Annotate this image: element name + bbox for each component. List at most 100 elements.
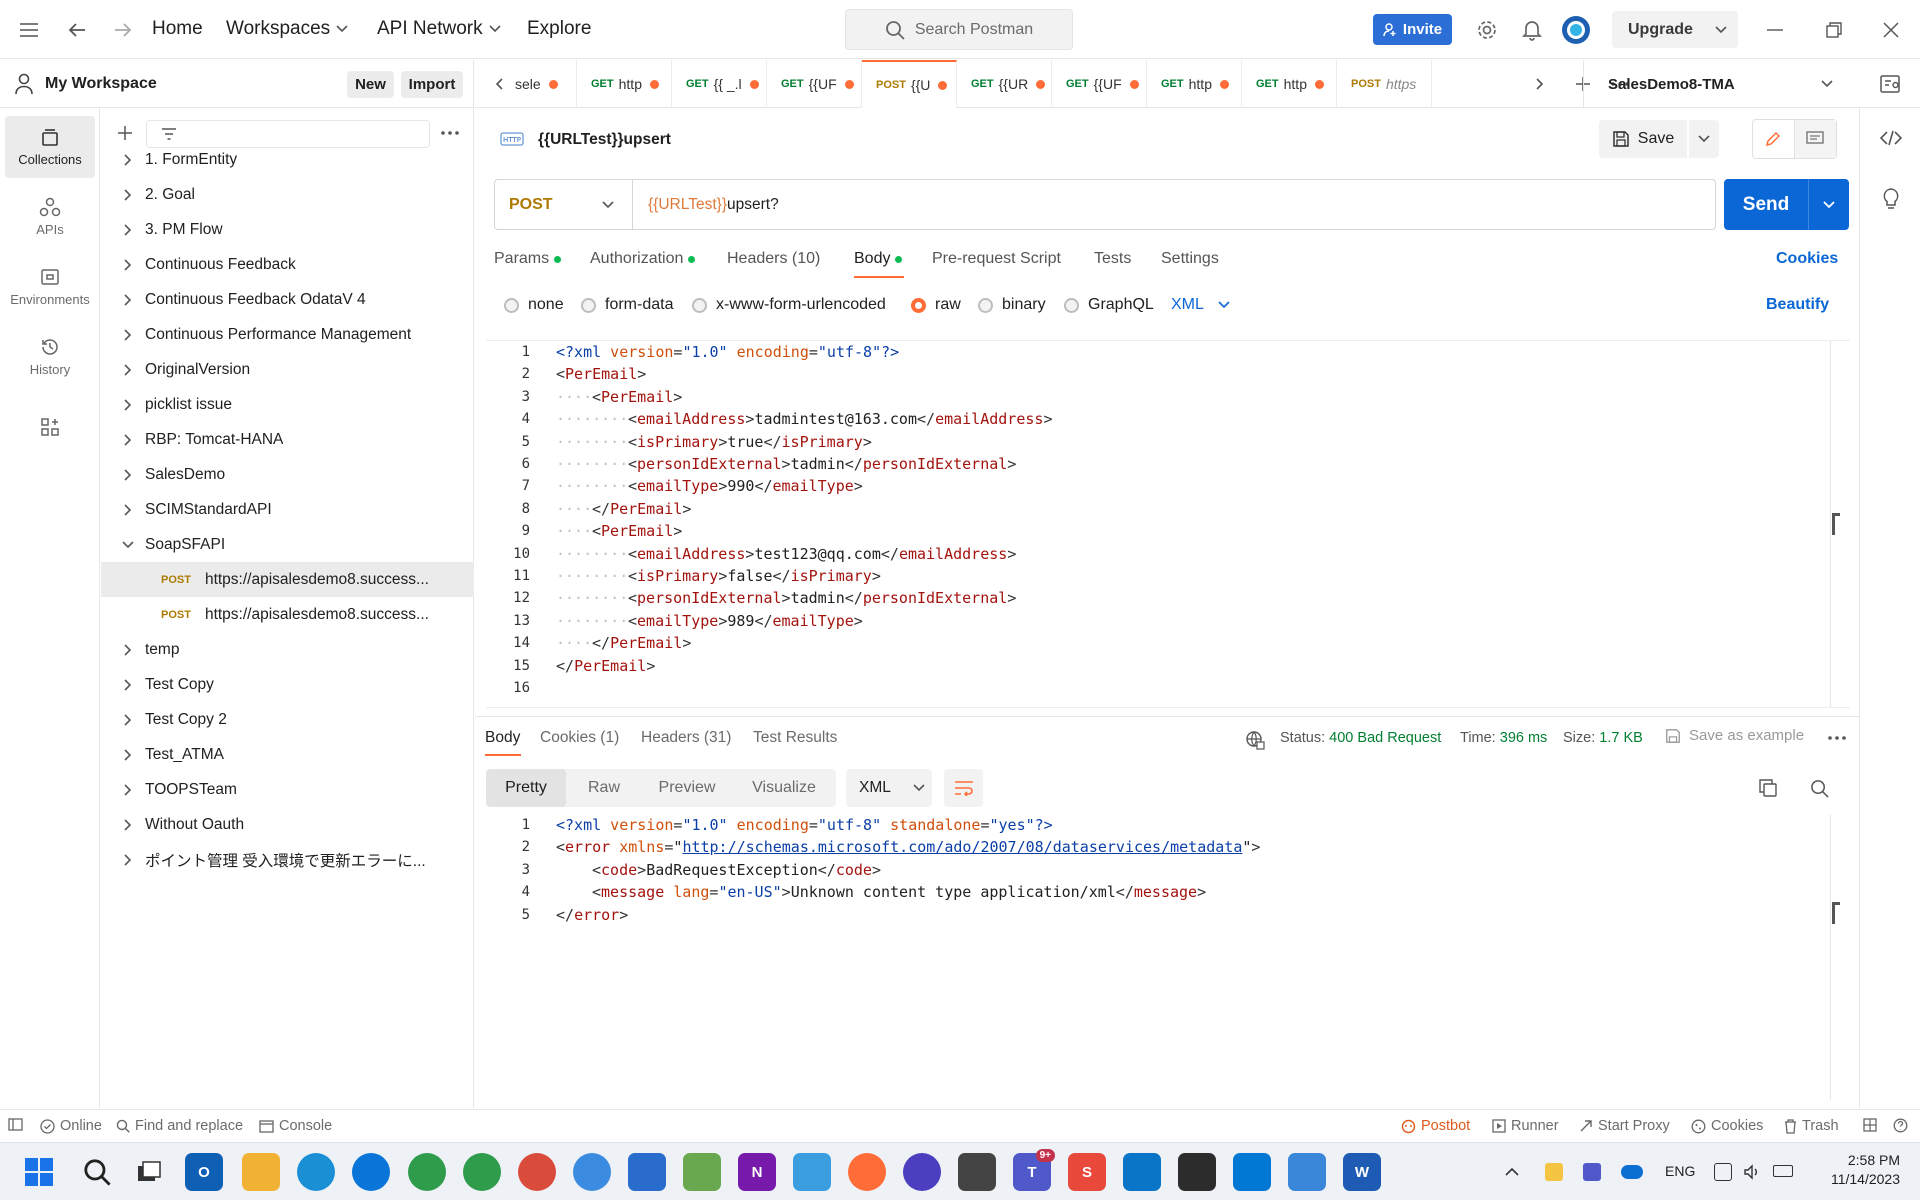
- method-select[interactable]: POST: [495, 180, 633, 229]
- chevron-right-icon[interactable]: [117, 223, 139, 236]
- response-body-viewer[interactable]: 1 <?xml version="1.0" encoding="utf-8" st…: [486, 814, 1850, 1100]
- chrome-icon[interactable]: [408, 1153, 446, 1191]
- tab-prerequest-script[interactable]: Pre-request Script: [932, 250, 1061, 268]
- word-icon[interactable]: W: [1343, 1153, 1381, 1191]
- radio-urlencoded[interactable]: x-www-form-urlencoded: [692, 296, 886, 314]
- onenote-icon[interactable]: N: [738, 1153, 776, 1191]
- nav-home[interactable]: Home: [152, 18, 203, 40]
- body-language-select[interactable]: XML: [1171, 296, 1230, 314]
- request-item[interactable]: POST https://apisalesdemo8.success...: [101, 597, 474, 632]
- collection-item[interactable]: SalesDemo: [101, 457, 474, 492]
- photos-icon[interactable]: [1288, 1153, 1326, 1191]
- collection-item[interactable]: SCIMStandardAPI: [101, 492, 474, 527]
- taskbar-clock[interactable]: 2:58 PM 11/14/2023: [1810, 1151, 1900, 1189]
- chevron-right-icon[interactable]: [117, 643, 139, 656]
- format-raw[interactable]: Raw: [566, 769, 642, 807]
- collection-item[interactable]: Test_ATMA: [101, 737, 474, 772]
- chevron-right-icon[interactable]: [117, 748, 139, 761]
- invite-button[interactable]: Invite: [1373, 14, 1452, 45]
- collection-item[interactable]: TOOPSTeam: [101, 772, 474, 807]
- chevron-right-icon[interactable]: [1536, 78, 1544, 90]
- request-body-editor[interactable]: 1 <?xml version="1.0" encoding="utf-8"?> 2…: [486, 340, 1850, 708]
- chevron-right-icon[interactable]: [117, 153, 139, 166]
- beautify-button[interactable]: Beautify: [1766, 296, 1829, 314]
- collection-item[interactable]: OriginalVersion: [101, 352, 474, 387]
- response-size[interactable]: Size: 1.7 KB: [1563, 730, 1643, 746]
- trash-button[interactable]: Trash: [1784, 1118, 1839, 1134]
- rail-collections[interactable]: Collections: [5, 116, 95, 178]
- chevron-right-icon[interactable]: [117, 853, 139, 866]
- nav-api-network[interactable]: API Network: [377, 18, 501, 40]
- url-input[interactable]: {{URLTest}}upsert?: [633, 196, 779, 214]
- chevron-right-icon[interactable]: [117, 363, 139, 376]
- volume-icon[interactable]: [1743, 1163, 1761, 1181]
- response-status[interactable]: Status: 400 Bad Request: [1280, 730, 1441, 746]
- request-tab[interactable]: GET {{UF: [1052, 60, 1147, 108]
- request-tab[interactable]: GET {{UF: [767, 60, 862, 108]
- windows-start-icon[interactable]: [20, 1153, 58, 1191]
- request-tab[interactable]: GET {{UR: [957, 60, 1052, 108]
- rail-apis[interactable]: APIs: [5, 186, 95, 248]
- edit-pencil-icon[interactable]: [1753, 120, 1795, 158]
- minimize-icon[interactable]: [1760, 15, 1790, 45]
- new-button[interactable]: New: [347, 71, 394, 98]
- radio-binary[interactable]: binary: [978, 296, 1046, 314]
- edge-icon[interactable]: [297, 1153, 335, 1191]
- response-tab-cookies[interactable]: Cookies (1): [540, 729, 619, 747]
- format-pretty[interactable]: Pretty: [486, 769, 566, 807]
- back-arrow-icon[interactable]: [62, 15, 92, 45]
- request-item[interactable]: POST https://apisalesdemo8.success...: [101, 562, 474, 597]
- rail-history[interactable]: History: [5, 326, 95, 388]
- pane-divider[interactable]: [475, 716, 1859, 717]
- format-visualize[interactable]: Visualize: [732, 769, 836, 807]
- request-tab[interactable]: POST https: [1337, 60, 1432, 108]
- collection-item[interactable]: 3. PM Flow: [101, 212, 474, 247]
- response-tab-body[interactable]: Body: [485, 729, 520, 747]
- collection-item[interactable]: 2. Goal: [101, 177, 474, 212]
- nav-explore[interactable]: Explore: [527, 18, 591, 40]
- request-tab[interactable]: GET {{ _.l: [672, 60, 767, 108]
- postbot-button[interactable]: Postbot: [1401, 1118, 1470, 1134]
- start-proxy-button[interactable]: Start Proxy: [1579, 1118, 1670, 1134]
- wrap-lines-button[interactable]: [944, 769, 983, 807]
- collection-item[interactable]: temp: [101, 632, 474, 667]
- copy-icon[interactable]: [1759, 779, 1777, 797]
- avatar[interactable]: [1561, 15, 1591, 45]
- collection-item[interactable]: RBP: Tomcat-HANA: [101, 422, 474, 457]
- send-button[interactable]: Send: [1724, 179, 1849, 230]
- response-more-icon[interactable]: [1828, 736, 1846, 740]
- chevron-right-icon[interactable]: [117, 503, 139, 516]
- collection-item[interactable]: Continuous Feedback: [101, 247, 474, 282]
- format-preview[interactable]: Preview: [642, 769, 732, 807]
- restore-icon[interactable]: [1819, 15, 1849, 45]
- chevron-right-icon[interactable]: [117, 678, 139, 691]
- radio-form-data[interactable]: form-data: [581, 296, 673, 314]
- collection-item[interactable]: picklist issue: [101, 387, 474, 422]
- request-tab[interactable]: sele: [515, 60, 577, 108]
- notepad-icon[interactable]: [628, 1153, 666, 1191]
- chrome-second-icon[interactable]: [573, 1153, 611, 1191]
- chevron-right-icon[interactable]: [117, 468, 139, 481]
- request-title[interactable]: {{URLTest}}upsert: [538, 131, 671, 149]
- outlook-icon[interactable]: O: [185, 1153, 223, 1191]
- chevron-right-icon[interactable]: [117, 433, 139, 446]
- comments-icon[interactable]: [1794, 120, 1836, 158]
- save-as-example-button[interactable]: Save as example: [1665, 727, 1804, 744]
- nav-workspaces[interactable]: Workspaces: [226, 18, 348, 40]
- vscode-icon[interactable]: [1233, 1153, 1271, 1191]
- environment-quicklook-icon[interactable]: [1880, 74, 1900, 94]
- collection-item[interactable]: Without Oauth: [101, 807, 474, 842]
- two-pane-icon[interactable]: [1863, 1118, 1877, 1132]
- chrome-profile-icon[interactable]: [463, 1153, 501, 1191]
- terminal-icon[interactable]: [958, 1153, 996, 1191]
- tab-settings[interactable]: Settings: [1161, 250, 1219, 268]
- rail-add-tools[interactable]: [5, 396, 95, 458]
- onedrive-icon[interactable]: [1621, 1165, 1643, 1179]
- chevron-left-icon[interactable]: [495, 78, 503, 90]
- request-tab[interactable]: GET http: [1242, 60, 1337, 108]
- response-scroll-marker[interactable]: [1832, 902, 1840, 924]
- close-icon[interactable]: [1876, 15, 1906, 45]
- sap-cloud-icon[interactable]: [1123, 1153, 1161, 1191]
- task-view-icon[interactable]: [130, 1153, 168, 1191]
- radio-none[interactable]: none: [504, 296, 564, 314]
